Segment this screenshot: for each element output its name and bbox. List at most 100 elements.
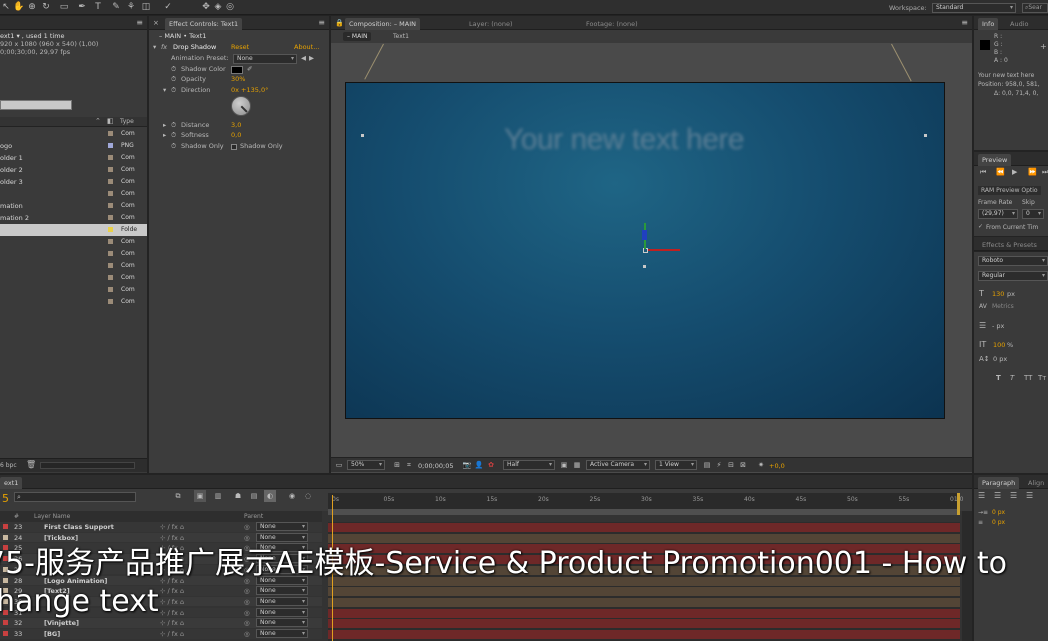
align-tab[interactable]: Align — [1024, 477, 1048, 489]
layer-duration-bar[interactable] — [328, 619, 960, 629]
draft-3d-icon[interactable]: ▥ — [212, 490, 224, 502]
layer-tab[interactable]: Layer: (none) — [465, 18, 517, 30]
label-color-swatch[interactable] — [108, 203, 113, 208]
parent-dropdown[interactable]: None — [256, 607, 308, 617]
layer-switches-icon[interactable]: ⊹ ∕ fx ⌂ — [160, 598, 184, 606]
col-layer-name-header[interactable]: Layer Name — [34, 513, 70, 520]
eyedropper-icon[interactable]: ✐ — [247, 65, 252, 73]
project-list-item[interactable]: Com — [0, 128, 147, 140]
from-current-checkbox[interactable]: ✓ — [978, 223, 983, 230]
canvas-text-layer[interactable]: Your new text here — [504, 123, 745, 157]
frame-blending-icon[interactable]: ▤ — [248, 490, 260, 502]
project-list-item[interactable]: Com — [0, 296, 147, 308]
label-color-swatch[interactable] — [108, 143, 113, 148]
label-color-swatch[interactable] — [108, 299, 113, 304]
graph-editor-icon[interactable]: ◉ — [286, 490, 298, 502]
effect-controls-tab[interactable]: Effect Controls: Text1 — [165, 18, 243, 30]
layer-name[interactable]: First Class Support — [44, 523, 114, 531]
label-color-swatch[interactable] — [108, 227, 113, 232]
rotate-tool-icon[interactable]: ↻ — [40, 1, 52, 13]
project-list-item[interactable]: older 3 Com — [0, 176, 147, 188]
comp-nav-button[interactable]: – MAIN — [343, 32, 372, 41]
label-color-swatch[interactable] — [108, 155, 113, 160]
layer-switches-icon[interactable]: ⊹ ∕ fx ⌂ — [160, 587, 184, 595]
parent-pickwhip-icon[interactable]: ◎ — [244, 619, 250, 627]
project-search-input[interactable] — [0, 100, 72, 110]
label-color-swatch[interactable] — [108, 251, 113, 256]
label-color-swatch[interactable] — [108, 275, 113, 280]
comp-canvas[interactable]: Your new text here — [345, 82, 945, 419]
type-tool-icon[interactable]: T — [92, 1, 104, 13]
flowchart-icon[interactable]: ⊠ — [737, 459, 749, 471]
timeline-icon[interactable]: ⊟ — [725, 459, 737, 471]
shadow-only-checkbox[interactable] — [231, 144, 237, 150]
camera-dropdown[interactable]: Active Camera — [586, 460, 650, 470]
frame-rate-dropdown[interactable]: (29,97) — [978, 209, 1018, 219]
grid-icon[interactable]: ⌗ — [403, 459, 415, 471]
ram-preview-options[interactable]: RAM Preview Optio — [978, 186, 1041, 195]
live-update-icon[interactable]: ▣ — [194, 490, 206, 502]
channel-icon[interactable]: ✿ — [485, 459, 497, 471]
expand-arrow-icon[interactable]: ▾ — [163, 86, 166, 94]
footage-tab[interactable]: Footage: (none) — [582, 18, 642, 30]
pen-tool-icon[interactable]: ✒ — [76, 1, 88, 13]
layer-duration-bar[interactable] — [328, 608, 960, 618]
preset-prev-icon[interactable]: ◀ — [301, 54, 306, 62]
project-list-item[interactable]: Com — [0, 188, 147, 200]
parent-dropdown[interactable]: None — [256, 522, 308, 531]
layer-row[interactable]: 23 First Class Support ⊹ ∕ fx ⌂ ◎ None — [0, 522, 322, 533]
align-center-icon[interactable]: ☰ — [994, 491, 1001, 500]
axis-mode-icon[interactable]: ✥ — [200, 1, 212, 13]
clone-tool-icon[interactable]: ⚘ — [125, 1, 137, 13]
project-list-item[interactable]: Com — [0, 272, 147, 284]
parent-dropdown[interactable]: None — [256, 618, 308, 628]
axis-world-icon[interactable]: ◈ — [212, 1, 224, 13]
trash-icon[interactable]: 🗑 — [26, 460, 36, 469]
timeline-timecode[interactable]: 5 — [2, 492, 9, 505]
region-of-interest-icon[interactable]: ▣ — [558, 459, 570, 471]
fx-icon[interactable]: fx — [161, 43, 167, 51]
work-area-bar[interactable] — [328, 509, 960, 515]
brainstorm-icon[interactable]: ◌ — [302, 490, 314, 502]
prev-frame-icon[interactable]: ⏪ — [996, 168, 1005, 176]
layer-duration-bar[interactable] — [328, 587, 960, 597]
layer-name[interactable]: [Vinjette] — [44, 619, 79, 627]
about-link[interactable]: About... — [294, 43, 319, 51]
layer-duration-bar[interactable] — [328, 630, 960, 639]
opacity-value[interactable]: 30% — [231, 75, 245, 83]
stroke-width-unit[interactable]: - px — [992, 322, 1004, 330]
next-frame-icon[interactable]: ⏩ — [1028, 168, 1037, 176]
project-list-item[interactable]: older 2 Com — [0, 164, 147, 176]
justify-icon[interactable]: ☰ — [1026, 491, 1033, 500]
label-color-swatch[interactable] — [108, 167, 113, 172]
roto-tool-icon[interactable]: ✓ — [162, 1, 174, 13]
bpc-toggle[interactable]: 6 bpc — [0, 462, 17, 469]
kerning-value[interactable]: Metrics — [992, 303, 1014, 310]
font-size-value[interactable]: 130 — [992, 290, 1004, 298]
direction-dial[interactable] — [231, 96, 251, 116]
fast-previews-icon[interactable]: ⚡ — [713, 459, 725, 471]
panel-menu-icon[interactable]: ≡ — [318, 18, 325, 27]
last-frame-icon[interactable]: ⏭ — [1042, 168, 1048, 177]
transparency-grid-icon[interactable]: ▦ — [571, 459, 583, 471]
layer-switches-icon[interactable]: ⊹ ∕ fx ⌂ — [160, 609, 184, 617]
layer-duration-bar[interactable] — [328, 523, 960, 532]
label-color-swatch[interactable] — [108, 239, 113, 244]
type-column-header[interactable]: Type — [120, 118, 134, 125]
label-column-icon[interactable]: ◧ — [107, 117, 114, 125]
layer-row[interactable]: 33 [BG] ⊹ ∕ fx ⌂ ◎ None — [0, 629, 322, 640]
all-caps-button[interactable]: TT — [1024, 374, 1032, 382]
project-list-item[interactable]: mation Com — [0, 200, 147, 212]
parent-pickwhip-icon[interactable]: ◎ — [244, 630, 250, 638]
zoom-tool-icon[interactable]: ⊕ — [26, 1, 38, 13]
layer-duration-bar[interactable] — [328, 597, 960, 607]
panel-close-icon[interactable]: × — [153, 19, 159, 27]
stopwatch-icon[interactable]: ⏱ — [171, 86, 176, 95]
composition-tab[interactable]: Composition: – MAIN — [345, 18, 420, 30]
motion-blur-icon[interactable]: ◐ — [264, 490, 276, 502]
faux-italic-button[interactable]: T — [1010, 374, 1014, 382]
selection-tool-icon[interactable]: ↖ — [0, 1, 12, 13]
project-list-item[interactable]: Com — [0, 236, 147, 248]
lock-icon[interactable]: 🔒 — [335, 19, 344, 27]
workspace-dropdown[interactable]: Standard — [932, 3, 1016, 13]
